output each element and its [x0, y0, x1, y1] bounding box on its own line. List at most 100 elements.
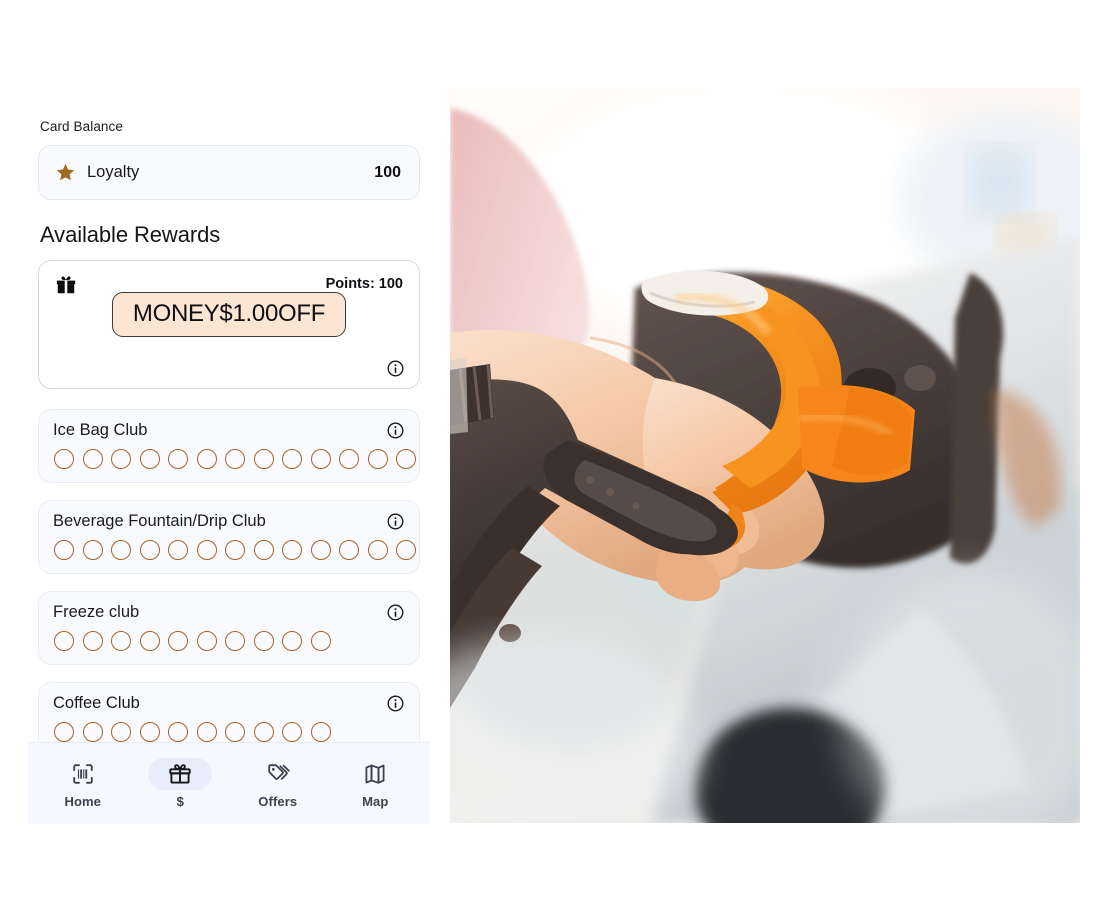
balance-name: Loyalty	[87, 163, 140, 181]
bottom-navigation: Home $ Offers Map	[28, 742, 430, 824]
stamp-circle	[282, 449, 302, 469]
club-title: Freeze club	[53, 603, 140, 621]
stamp-circle	[253, 449, 274, 469]
stamp-circle	[111, 540, 131, 560]
nav-icon-pill	[148, 758, 213, 790]
card-balance-row[interactable]: Loyalty 100	[38, 145, 420, 200]
club-card-header: Beverage Fountain/Drip Club	[53, 512, 405, 531]
nav-item-map[interactable]: Map	[327, 758, 425, 809]
stamp-circle	[54, 631, 74, 651]
club-title: Coffee Club	[53, 694, 140, 712]
stamp-row	[54, 722, 405, 742]
balance-identity: Loyalty	[55, 162, 374, 183]
stamp-circle	[396, 449, 416, 469]
loyalty-app-panel: Card Balance Loyalty 100 Available Rewar…	[28, 92, 430, 824]
stamp-circle	[111, 631, 131, 651]
stamp-circle	[168, 449, 188, 469]
stamp-row	[54, 449, 416, 469]
stamp-circle	[253, 631, 274, 651]
stamp-circle	[168, 540, 188, 560]
club-card[interactable]: Coffee Club	[38, 682, 420, 742]
stamp-circle	[196, 540, 217, 560]
stamp-circle	[139, 631, 160, 651]
star-icon	[56, 163, 75, 181]
info-icon[interactable]	[386, 603, 405, 622]
nav-label: Offers	[258, 794, 298, 809]
info-icon[interactable]	[386, 512, 405, 531]
club-card[interactable]: Freeze club	[38, 591, 420, 665]
card-balance-label: Card Balance	[40, 119, 123, 134]
nav-item-home[interactable]: Home	[34, 758, 132, 809]
nav-icon-pill	[51, 758, 115, 790]
stamp-circle	[111, 722, 131, 742]
club-title: Ice Bag Club	[53, 421, 148, 439]
stamp-circle	[339, 540, 359, 560]
reward-points: Points: 100	[325, 276, 403, 292]
stamp-circle	[168, 722, 188, 742]
stamp-circle	[54, 540, 74, 560]
nav-label: $	[176, 794, 184, 809]
stamp-row	[54, 631, 405, 651]
stamp-circle	[54, 722, 74, 742]
map-icon	[365, 764, 385, 784]
stamp-circle	[339, 449, 359, 469]
info-icon[interactable]	[386, 359, 405, 378]
stamp-circle	[82, 631, 103, 651]
club-card[interactable]: Beverage Fountain/Drip Club	[38, 500, 420, 574]
nav-item-rewards[interactable]: $	[132, 758, 230, 809]
nav-label: Home	[64, 794, 102, 809]
balance-value: 100	[374, 163, 401, 181]
club-card-header: Freeze club	[53, 603, 405, 622]
stamp-circle	[225, 631, 245, 651]
stamp-circle	[82, 540, 103, 560]
stamp-circle	[225, 449, 245, 469]
stamp-circle	[139, 722, 160, 742]
reward-badge[interactable]: MONEY$1.00OFF	[111, 292, 347, 337]
club-card-header: Ice Bag Club	[53, 421, 405, 440]
reward-card[interactable]: Points: 100 MONEY$1.00OFF	[38, 260, 420, 389]
available-rewards-title: Available Rewards	[40, 222, 221, 247]
fuel-nozzle-illustration	[450, 88, 1080, 823]
nav-item-offers[interactable]: Offers	[229, 758, 327, 809]
stamp-circle	[367, 449, 388, 469]
stamp-circle	[310, 449, 331, 469]
stamp-circle	[310, 722, 331, 742]
stamp-circle	[54, 449, 74, 469]
stamp-circle	[253, 540, 274, 560]
stamp-circle	[82, 449, 103, 469]
stamp-circle	[225, 540, 245, 560]
club-list: Ice Bag Club Beverage Fountain/Drip Club	[38, 409, 420, 742]
panel-scroll-area[interactable]: Card Balance Loyalty 100 Available Rewar…	[28, 92, 430, 742]
tags-icon	[268, 764, 290, 780]
info-icon[interactable]	[386, 694, 405, 713]
stamp-row	[54, 540, 416, 560]
stamp-circle	[196, 449, 217, 469]
nav-label: Map	[362, 794, 389, 809]
club-title: Beverage Fountain/Drip Club	[53, 512, 266, 530]
nav-icon-pill	[343, 758, 407, 790]
nav-icon-pill	[246, 758, 310, 790]
club-card[interactable]: Ice Bag Club	[38, 409, 420, 483]
fuel-nozzle-photo	[450, 88, 1080, 823]
stamp-circle	[310, 631, 331, 651]
club-card-header: Coffee Club	[53, 694, 405, 713]
stamp-circle	[225, 722, 245, 742]
stamp-circle	[396, 540, 416, 560]
stamp-circle	[139, 540, 160, 560]
stamp-circle	[139, 449, 160, 469]
stamp-circle	[111, 449, 131, 469]
stamp-circle	[196, 722, 217, 742]
stamp-circle	[82, 722, 103, 742]
stamp-circle	[282, 722, 302, 742]
stamp-circle	[253, 722, 274, 742]
gift-icon	[169, 764, 191, 784]
stamp-circle	[310, 540, 331, 560]
barcode-scan-icon	[73, 764, 93, 784]
stamp-circle	[367, 540, 388, 560]
stamp-circle	[282, 631, 302, 651]
stamp-circle	[196, 631, 217, 651]
reward-badge-wrap: MONEY$1.00OFF	[55, 292, 403, 337]
stamp-circle	[282, 540, 302, 560]
stamp-circle	[168, 631, 188, 651]
info-icon[interactable]	[386, 421, 405, 440]
